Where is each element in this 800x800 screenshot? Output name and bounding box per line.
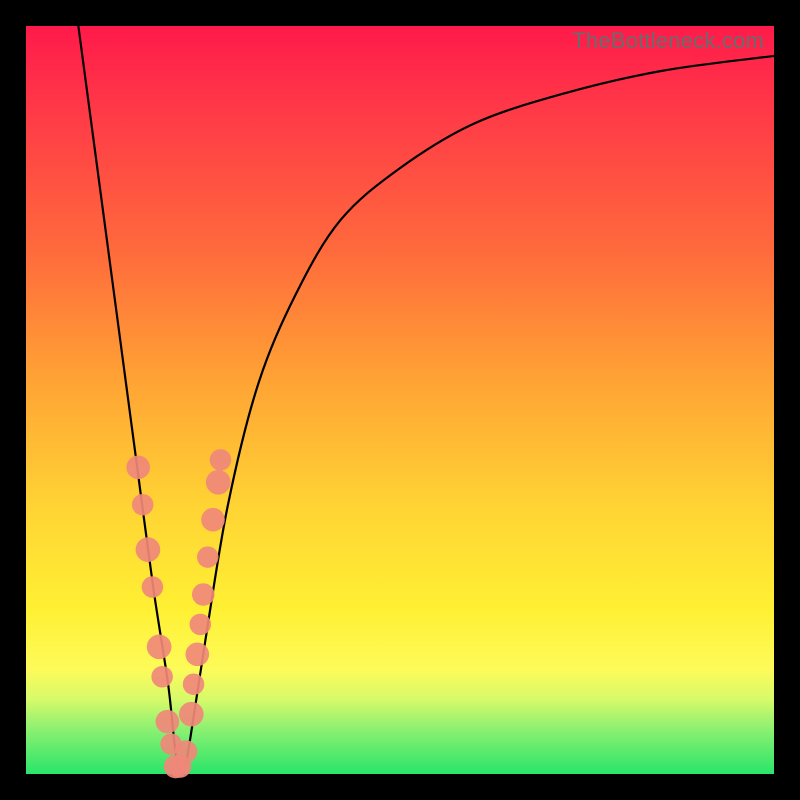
data-marker (151, 666, 173, 688)
data-marker (190, 614, 212, 636)
bottleneck-curve (78, 26, 774, 774)
data-marker (179, 702, 204, 727)
data-marker (183, 673, 205, 695)
data-marker (206, 470, 231, 495)
data-marker (126, 456, 150, 480)
plot-area: TheBottleneck.com (26, 26, 774, 774)
data-marker (192, 583, 215, 606)
data-marker (201, 508, 225, 532)
data-marker (197, 546, 219, 568)
data-marker (136, 537, 161, 562)
chart-frame: TheBottleneck.com (0, 0, 800, 800)
data-marker (210, 449, 232, 471)
data-marker (156, 710, 180, 734)
data-marker (185, 643, 209, 667)
data-markers (126, 449, 231, 778)
chart-svg (26, 26, 774, 774)
data-marker (175, 740, 198, 763)
data-marker (142, 576, 164, 598)
data-marker (147, 635, 172, 660)
data-marker (132, 494, 154, 516)
